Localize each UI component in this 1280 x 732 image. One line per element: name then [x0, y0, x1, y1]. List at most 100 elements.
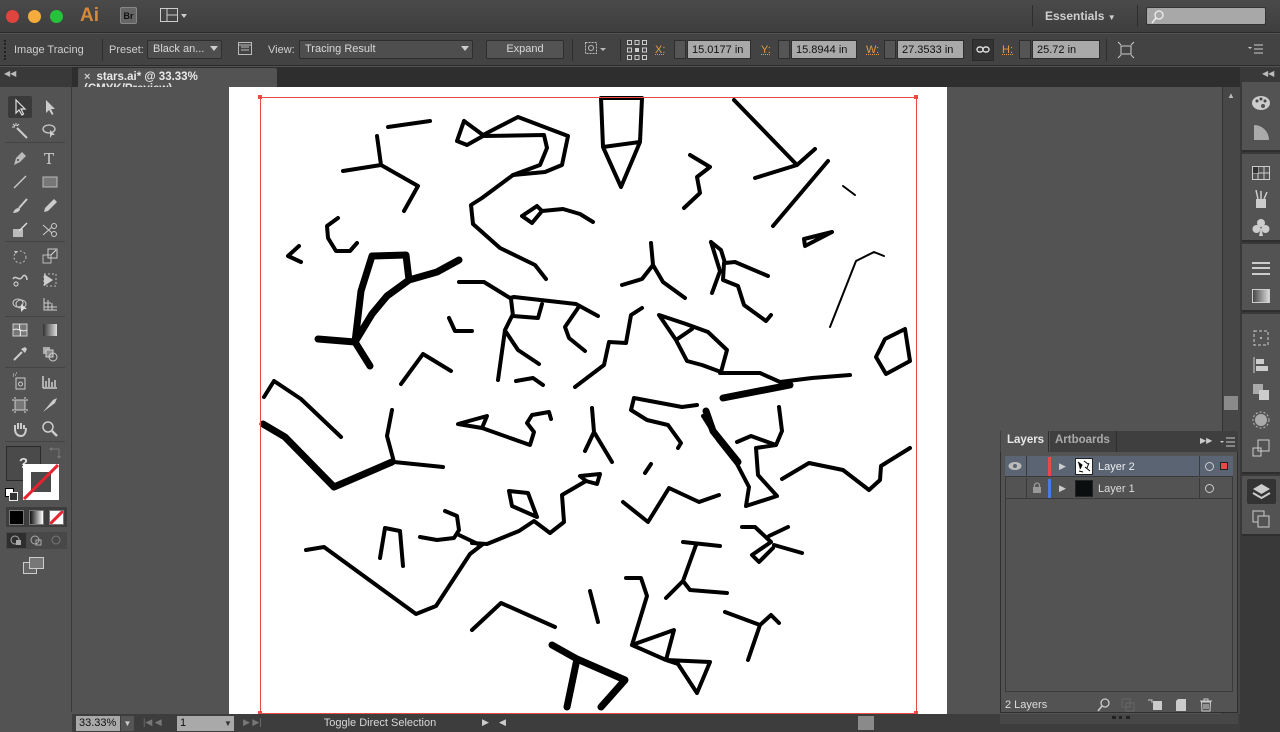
zoom-dropdown-button[interactable]: ▼ — [121, 716, 134, 731]
lock-icon[interactable] — [1032, 482, 1042, 494]
panel-resize-handle[interactable] — [1000, 714, 1238, 724]
h-stepper[interactable] — [1019, 40, 1031, 59]
transform-panel-button[interactable] — [1250, 327, 1272, 349]
w-stepper[interactable] — [884, 40, 896, 59]
artboards-panel-button[interactable] — [1250, 508, 1272, 530]
view-dropdown[interactable]: Tracing Result — [299, 40, 473, 59]
create-sublayer-button[interactable] — [1147, 698, 1163, 712]
delete-layer-button[interactable] — [1200, 698, 1212, 712]
pencil-tool[interactable] — [38, 195, 62, 217]
horizontal-scroll-thumb[interactable] — [858, 716, 874, 730]
eyedropper-tool[interactable] — [8, 343, 32, 365]
selection-tool[interactable] — [8, 96, 32, 118]
transform-button[interactable] — [1117, 41, 1135, 59]
draw-inside-button[interactable] — [47, 533, 66, 548]
preset-dropdown[interactable]: Black an... — [147, 40, 222, 59]
make-clipping-mask-button[interactable] — [1121, 698, 1135, 712]
color-panel-button[interactable] — [1250, 92, 1272, 114]
y-stepper[interactable] — [778, 40, 790, 59]
scissors-tool[interactable] — [38, 219, 62, 241]
target-circle-icon[interactable] — [1205, 462, 1214, 471]
zoom-level-field[interactable]: 33.33% — [76, 716, 120, 731]
lasso-tool[interactable] — [38, 120, 62, 142]
bridge-button[interactable]: Br — [120, 7, 137, 24]
type-tool[interactable]: T — [38, 147, 62, 169]
draw-behind-button[interactable] — [27, 533, 46, 548]
screen-mode-button[interactable] — [23, 557, 45, 575]
perspective-grid-tool[interactable] — [38, 293, 62, 315]
default-fill-stroke-button[interactable] — [5, 488, 18, 501]
close-tab-icon[interactable]: × — [84, 71, 90, 83]
line-tool[interactable] — [8, 171, 32, 193]
pathfinder-panel-button[interactable] — [1250, 381, 1272, 403]
w-field[interactable]: 27.3533 in — [897, 40, 964, 59]
artboard-tool[interactable] — [8, 394, 32, 416]
arrange-documents-button[interactable] — [160, 8, 188, 23]
gradient-tool[interactable] — [38, 319, 62, 341]
draw-normal-button[interactable] — [7, 533, 26, 548]
rotate-tool[interactable] — [8, 245, 32, 267]
direct-selection-tool[interactable] — [38, 96, 62, 118]
expand-panel-icon[interactable]: ▶▶ — [1200, 436, 1212, 445]
column-graph-tool[interactable] — [38, 370, 62, 392]
target-circle-icon[interactable] — [1205, 484, 1214, 493]
blend-tool[interactable] — [38, 343, 62, 365]
appearance-panel-button[interactable] — [1250, 409, 1272, 431]
pen-tool[interactable] — [8, 147, 32, 169]
reference-point-selector[interactable] — [627, 40, 647, 60]
first-artboard-button[interactable]: |◀ ◀ — [143, 717, 162, 728]
mesh-tool[interactable] — [8, 319, 32, 341]
document-tab[interactable]: ×stars.ai* @ 33.33% (CMYK/Preview) — [78, 68, 277, 95]
transform-reference-dropdown[interactable] — [584, 41, 610, 57]
vertical-scroll-thumb[interactable] — [1224, 396, 1238, 410]
scroll-left-icon[interactable]: ◀ — [499, 717, 506, 728]
brushes-panel-button[interactable] — [1250, 188, 1272, 210]
layers-panel-menu-button[interactable] — [1220, 437, 1236, 447]
control-bar-menu-button[interactable] — [1248, 43, 1264, 55]
hand-tool[interactable] — [8, 418, 32, 440]
close-window-button[interactable] — [6, 10, 19, 23]
tab-artboards[interactable]: Artboards — [1048, 431, 1117, 452]
selection-indicator[interactable] — [1220, 462, 1228, 470]
collapse-dock-icon[interactable]: ◀◀ — [1262, 69, 1274, 78]
gradient-panel-button[interactable] — [1250, 285, 1272, 307]
expand-button[interactable]: Expand — [486, 40, 564, 59]
shape-builder-tool[interactable] — [8, 293, 32, 315]
rectangle-tool[interactable] — [38, 171, 62, 193]
stroke-swatch[interactable] — [22, 463, 60, 501]
free-transform-tool[interactable] — [38, 269, 62, 291]
layers-panel-button[interactable] — [1247, 479, 1276, 504]
tracing-panel-button[interactable] — [238, 42, 252, 56]
collapse-icon[interactable]: ◀◀ — [4, 69, 16, 78]
swatches-panel-button[interactable] — [1250, 162, 1272, 184]
workspace-switcher[interactable]: Essentials ▼ — [1045, 9, 1116, 23]
artboard-number-field[interactable]: 1 — [177, 716, 222, 731]
shaper-tool[interactable] — [8, 219, 32, 241]
h-field[interactable]: 25.72 in — [1032, 40, 1100, 59]
grip-handle[interactable] — [4, 40, 7, 60]
search-input[interactable] — [1146, 7, 1266, 25]
x-field[interactable]: 15.0177 in — [687, 40, 751, 59]
expand-layer-triangle-icon[interactable]: ▶ — [1059, 461, 1066, 472]
gradient-button[interactable] — [29, 510, 44, 525]
minimize-window-button[interactable] — [28, 10, 41, 23]
scale-tool[interactable] — [38, 245, 62, 267]
status-menu-arrow-icon[interactable]: ▶ — [482, 717, 489, 728]
layer-name[interactable]: Layer 1 — [1098, 483, 1135, 495]
traced-artwork[interactable] — [229, 87, 947, 714]
create-new-layer-button[interactable] — [1175, 698, 1187, 712]
color-guide-panel-button[interactable] — [1250, 121, 1272, 143]
tab-layers[interactable]: Layers — [1001, 431, 1051, 452]
zoom-window-button[interactable] — [50, 10, 63, 23]
none-button[interactable] — [48, 509, 65, 526]
paintbrush-tool[interactable] — [8, 195, 32, 217]
zoom-tool[interactable] — [38, 418, 62, 440]
y-field[interactable]: 15.8944 in — [791, 40, 857, 59]
color-button[interactable] — [9, 510, 24, 525]
magic-wand-tool[interactable] — [8, 120, 32, 142]
x-stepper[interactable] — [674, 40, 686, 59]
stroke-panel-button[interactable] — [1250, 258, 1272, 280]
symbol-sprayer-tool[interactable] — [8, 370, 32, 392]
swap-fill-stroke-icon[interactable] — [49, 447, 63, 459]
visibility-eye-icon[interactable] — [1008, 461, 1022, 471]
